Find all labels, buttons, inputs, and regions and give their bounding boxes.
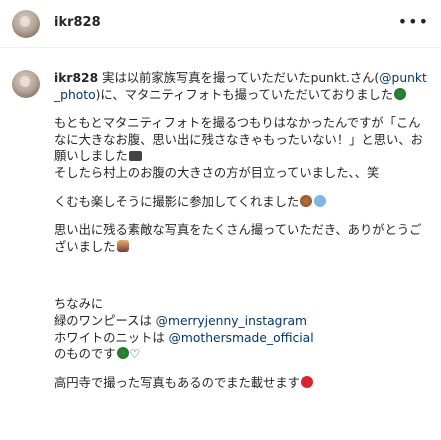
caption-text-1a: 実は以前家族写真を撮っていただいたpunkt.さん( <box>102 71 380 85</box>
caption-text-1b: )に、マタニティフォトも撮っていただいておりました <box>95 87 394 102</box>
caption-text-5-1: ちなみに <box>54 297 104 312</box>
caption-username[interactable]: ikr828 <box>54 71 98 85</box>
header-username[interactable]: ikr828 <box>54 15 101 30</box>
clover-emoji-icon <box>116 347 129 360</box>
caption-paragraph-1: ikr828 実は以前家族写真を撮っていただいたpunkt.さん(@punkt_p… <box>54 70 430 103</box>
caption-text-5-2: 緑のワンピースは <box>54 313 156 328</box>
caption-paragraph-3: くむも楽しそうに撮影に参加してくれました <box>54 194 430 211</box>
caption-text: ikr828 実は以前家族写真を撮っていただいたpunkt.さん(@punkt_p… <box>54 70 430 403</box>
red-circle-emoji-icon <box>300 375 313 388</box>
more-horizontal-icon[interactable]: ••• <box>398 14 429 30</box>
caption-text-4: 思い出に残る素敵な写真をたくさん撮っていただき、ありがとうございました <box>54 223 422 254</box>
caption-text-5-4: のものです <box>54 347 116 362</box>
caption-text-5-3: ホワイトのニットは <box>54 330 169 345</box>
post-header: ikr828 ••• <box>0 0 441 48</box>
mention-merryjenny[interactable]: @merryjenny_instagram <box>156 314 307 328</box>
avatar[interactable] <box>12 10 40 38</box>
bear-emoji-icon <box>300 194 313 207</box>
caption-paragraph-4: 思い出に残る素敵な写真をたくさん撮っていただき、ありがとうございました <box>54 222 430 255</box>
heart-icon: ♡ <box>129 347 141 362</box>
caption-text-6: 高円寺で撮った写真もあるのでまた載せます <box>54 375 300 390</box>
caption-text-2b: そしたら村上のお腹の大きさの方が目立っていました、、笑 <box>54 165 380 180</box>
person-emoji-icon <box>116 239 129 252</box>
mention-mothersmade[interactable]: @mothersmade_official <box>169 331 314 345</box>
clover-emoji-icon <box>394 87 407 100</box>
camera-emoji-icon <box>128 151 142 162</box>
caption-text-3: くむも楽しそうに撮影に参加してくれました <box>54 194 300 209</box>
caption-paragraph-2: もともとマタニティフォトを撮るつもりはなかったんですが「こんなに大きなお腹、思い… <box>54 115 430 181</box>
caption-avatar[interactable] <box>12 70 40 98</box>
caption-paragraph-5: ちなみに 緑のワンピースは @merryjenny_instagram ホワイト… <box>54 296 430 362</box>
post-caption-area: ikr828 実は以前家族写真を撮っていただいたpunkt.さん(@punkt_p… <box>0 60 441 440</box>
caption-paragraph-6: 高円寺で撮った写真もあるのでまた載せます <box>54 375 430 392</box>
caption-text-2a: もともとマタニティフォトを撮るつもりはなかったんですが「こんなに大きなお腹、思い… <box>54 116 423 164</box>
snowflake-emoji-icon <box>314 194 327 207</box>
